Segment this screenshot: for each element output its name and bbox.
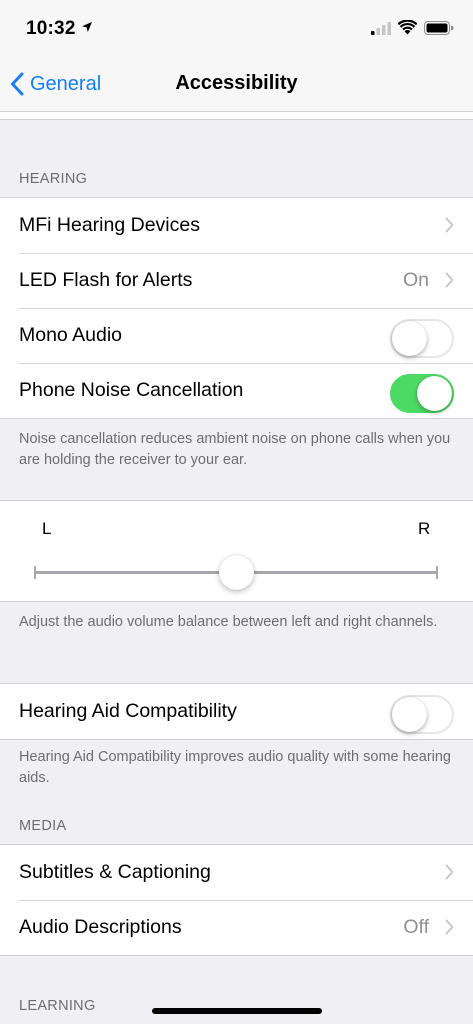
row-label: Subtitles & Captioning — [19, 861, 211, 883]
slider-right-tick — [436, 566, 438, 579]
navigation-bar: General Accessibility — [0, 58, 473, 112]
chevron-right-icon — [445, 272, 454, 288]
hac-group: Hearing Aid Compatibility — [0, 683, 473, 740]
balance-left-label: L — [42, 519, 52, 538]
subtitles-captioning-row[interactable]: Subtitles & Captioning — [0, 845, 473, 900]
wifi-icon — [398, 20, 417, 35]
location-arrow-icon — [82, 22, 92, 32]
hearing-aid-compatibility-row: Hearing Aid Compatibility — [0, 684, 473, 739]
phone-noise-cancellation-toggle[interactable] — [390, 374, 454, 413]
slider-left-tick — [34, 566, 36, 579]
home-indicator[interactable] — [152, 1008, 322, 1014]
balance-footer: Adjust the audio volume balance between … — [19, 614, 438, 630]
toggle-knob — [392, 321, 427, 356]
audio-descriptions-row[interactable]: Audio Descriptions Off — [0, 900, 473, 955]
mono-audio-row: Mono Audio — [0, 308, 473, 363]
led-flash-row[interactable]: LED Flash for Alerts On — [0, 253, 473, 308]
balance-slider-group: L R — [0, 500, 473, 602]
previous-group-bottom — [0, 112, 473, 120]
toggle-knob — [392, 697, 427, 732]
balance-right-label: R — [418, 519, 431, 538]
row-label: Audio Descriptions — [19, 916, 182, 938]
phone-noise-cancellation-row: Phone Noise Cancellation — [0, 363, 473, 418]
mfi-hearing-devices-row[interactable]: MFi Hearing Devices — [0, 198, 473, 253]
status-bar: 10:32 — [0, 0, 473, 58]
status-time: 10:32 — [26, 18, 76, 39]
cellular-signal-icon — [371, 22, 391, 35]
noise-cancellation-footer: Noise cancellation reduces ambient noise… — [19, 431, 451, 468]
row-label: Mono Audio — [19, 324, 122, 346]
hearing-aid-compatibility-toggle[interactable] — [390, 695, 454, 734]
battery-icon — [424, 21, 454, 35]
hearing-group: MFi Hearing Devices LED Flash for Alerts… — [0, 197, 473, 419]
row-label: MFi Hearing Devices — [19, 214, 200, 236]
chevron-right-icon — [445, 217, 454, 233]
hac-footer: Hearing Aid Compatibility improves audio… — [19, 749, 451, 786]
row-value: On — [402, 269, 429, 291]
chevron-right-icon — [445, 919, 454, 935]
mono-audio-toggle[interactable] — [390, 319, 454, 358]
section-header-hearing: HEARING — [19, 171, 88, 187]
chevron-right-icon — [445, 864, 454, 880]
row-label: Phone Noise Cancellation — [19, 379, 244, 401]
section-header-learning: LEARNING — [19, 998, 96, 1014]
row-value: Off — [403, 916, 429, 938]
toggle-knob — [417, 376, 452, 411]
section-header-media: MEDIA — [19, 818, 67, 834]
page-title: Accessibility — [175, 72, 298, 94]
media-group: Subtitles & Captioning Audio Description… — [0, 844, 473, 956]
row-label: Hearing Aid Compatibility — [19, 700, 237, 722]
balance-slider-thumb[interactable] — [219, 555, 254, 590]
row-label: LED Flash for Alerts — [19, 269, 193, 291]
